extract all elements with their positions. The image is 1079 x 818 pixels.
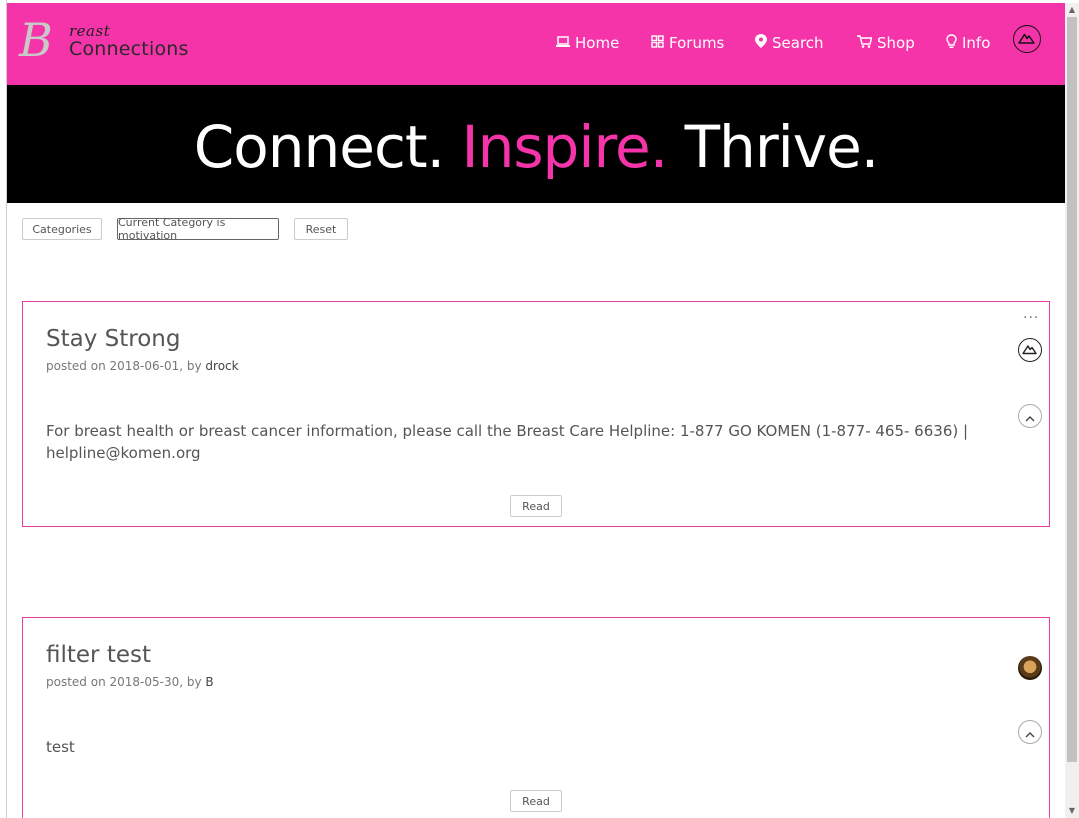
user-avatar-icon[interactable] [1013, 25, 1041, 53]
scroll-down-arrow-icon[interactable]: ▼ [1065, 804, 1079, 818]
author-avatar-icon[interactable] [1018, 338, 1042, 362]
hero-banner: Connect. Inspire. Thrive. [7, 85, 1065, 203]
site-logo[interactable]: B reast Connections [19, 14, 189, 70]
nav-forums[interactable]: Forums [651, 32, 724, 54]
post-card: filter test posted on 2018-05-30, by B t… [22, 617, 1050, 818]
post-author[interactable]: B [205, 675, 213, 689]
categories-button[interactable]: Categories [22, 218, 102, 240]
page: B reast Connections Home Forums Search S… [7, 3, 1065, 818]
post-meta: posted on 2018-06-01, by drock [46, 359, 239, 373]
chevron-up-icon [1025, 407, 1035, 426]
chevron-up-icon [1025, 723, 1035, 742]
post-date: posted on 2018-06-01, by [46, 359, 206, 373]
map-pin-icon [755, 34, 767, 52]
reset-button[interactable]: Reset [294, 218, 348, 240]
scroll-thumb[interactable] [1067, 17, 1077, 762]
read-button[interactable]: Read [510, 495, 562, 517]
collapse-button[interactable] [1018, 720, 1042, 744]
post-body: test [46, 738, 75, 756]
nav-shop-label: Shop [877, 34, 915, 52]
nav-info[interactable]: Info [946, 32, 990, 54]
post-title[interactable]: filter test [46, 642, 151, 668]
tagline-connect: Connect. [193, 113, 462, 181]
post-author[interactable]: drock [205, 359, 238, 373]
logo-letter: B [19, 13, 53, 67]
cart-icon [857, 34, 873, 52]
banner-tagline: Connect. Inspire. Thrive. [7, 113, 1065, 181]
nav-home[interactable]: Home [556, 32, 619, 54]
nav-forums-label: Forums [669, 34, 725, 52]
lightbulb-icon [946, 33, 957, 53]
post-card: ... Stay Strong posted on 2018-06-01, by… [22, 301, 1050, 527]
tagline-inspire: Inspire. [461, 113, 668, 181]
nav-search[interactable]: Search [755, 32, 824, 54]
current-category-button[interactable]: Current Category is motivation [117, 216, 279, 242]
more-options-icon[interactable]: ... [1023, 306, 1039, 322]
laptop-icon [556, 34, 570, 52]
tagline-thrive: Thrive. [667, 113, 880, 181]
post-body: For breast health or breast cancer infor… [46, 422, 969, 462]
nav-search-label: Search [772, 34, 824, 52]
author-avatar-photo[interactable] [1018, 656, 1042, 680]
post-date: posted on 2018-05-30, by [46, 675, 206, 689]
post-title[interactable]: Stay Strong [46, 326, 180, 352]
scrollbar[interactable]: ▲ ▼ [1065, 3, 1079, 818]
nav-home-label: Home [575, 34, 620, 52]
nav-info-label: Info [962, 34, 991, 52]
read-button[interactable]: Read [510, 790, 562, 812]
post-meta: posted on 2018-05-30, by B [46, 675, 214, 689]
logo-connections: Connections [69, 38, 189, 60]
site-header: B reast Connections Home Forums Search S… [7, 3, 1065, 85]
window-left-edge [0, 0, 7, 818]
scroll-up-arrow-icon[interactable]: ▲ [1065, 3, 1079, 17]
grid-icon [651, 34, 664, 52]
nav-shop[interactable]: Shop [857, 32, 915, 54]
collapse-button[interactable] [1018, 404, 1042, 428]
